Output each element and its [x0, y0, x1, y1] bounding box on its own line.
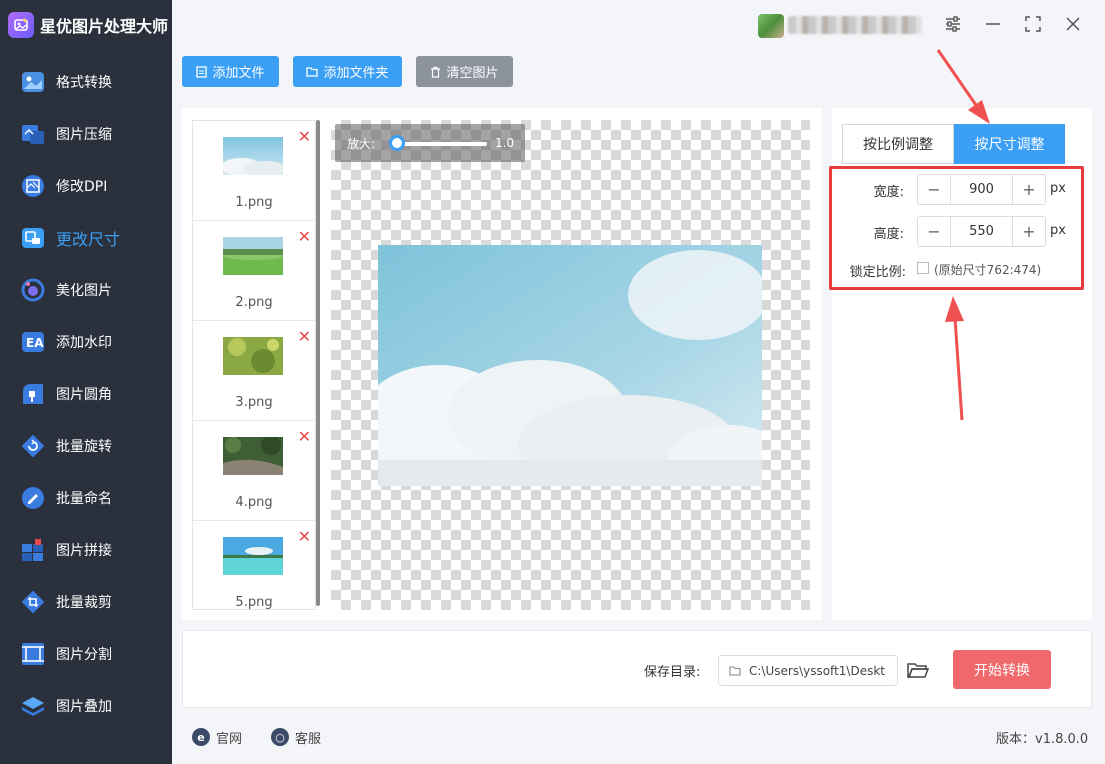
sidebar-item-dpi[interactable]: 修改DPI	[0, 160, 172, 212]
minimize-icon[interactable]	[981, 12, 1005, 36]
preview-image-sky	[378, 245, 762, 486]
round-corner-icon	[20, 381, 46, 407]
tab-resize-by-size[interactable]: 按尺寸调整	[954, 124, 1065, 164]
remove-file-icon[interactable]: ✕	[298, 529, 311, 545]
list-item[interactable]: 5.png ✕	[193, 521, 315, 609]
highlight-annotation-box	[829, 166, 1084, 290]
file-list[interactable]: 1.png ✕ 2.png ✕ 3.png ✕ 4.png ✕ 5.png ✕	[192, 120, 316, 610]
sidebar-item-resize[interactable]: 更改尺寸	[0, 212, 172, 264]
folder-outline-icon	[729, 666, 741, 676]
list-item[interactable]: 1.png ✕	[193, 121, 315, 221]
sidebar-item-compress[interactable]: 图片压缩	[0, 108, 172, 160]
app-title: 星优图片处理大师	[40, 17, 169, 36]
trash-icon	[431, 66, 441, 78]
browse-folder-icon[interactable]	[906, 658, 930, 682]
website-link[interactable]: e 官网	[192, 727, 242, 747]
rotate-icon	[20, 433, 46, 459]
list-item[interactable]: 3.png ✕	[193, 321, 315, 421]
file-icon	[196, 65, 208, 78]
watermark-icon: EA	[20, 329, 46, 355]
chat-bubble-icon: ○	[271, 728, 289, 746]
sidebar-item-crop[interactable]: 批量裁剪	[0, 576, 172, 628]
folder-icon	[306, 67, 319, 77]
close-icon[interactable]	[1061, 12, 1085, 36]
dpi-icon	[20, 173, 46, 199]
list-item[interactable]: 2.png ✕	[193, 221, 315, 321]
crop-icon	[20, 589, 46, 615]
thumbnail-beach	[223, 537, 283, 575]
zoom-control: 放大: 1.0	[335, 124, 525, 162]
zoom-slider-track[interactable]	[399, 142, 487, 146]
maximize-icon[interactable]	[1021, 12, 1045, 36]
start-convert-button[interactable]: 开始转换	[953, 650, 1051, 689]
sidebar-item-overlay[interactable]: 图片叠加	[0, 680, 172, 732]
thumbnail-meadow	[223, 237, 283, 275]
clear-images-button[interactable]: 清空图片	[416, 56, 513, 87]
settings-sliders-icon[interactable]	[941, 12, 965, 36]
title-bar	[172, 0, 1105, 50]
tab-resize-by-ratio[interactable]: 按比例调整	[842, 124, 954, 164]
thumbnail-sky	[223, 137, 283, 175]
zoom-value: 1.0	[495, 136, 515, 150]
save-directory-field[interactable]: C:\Users\yssoft1\Deskt	[718, 655, 898, 686]
rename-icon	[20, 485, 46, 511]
sidebar-item-round-corner[interactable]: 图片圆角	[0, 368, 172, 420]
sidebar-item-split[interactable]: 图片分割	[0, 628, 172, 680]
sidebar-item-beautify[interactable]: 美化图片	[0, 264, 172, 316]
sidebar-item-watermark[interactable]: EA 添加水印	[0, 316, 172, 368]
format-convert-icon	[20, 69, 46, 95]
sidebar-item-format-convert[interactable]: 格式转换	[0, 56, 172, 108]
save-directory-label: 保存目录:	[644, 665, 701, 680]
customer-service-link[interactable]: ○ 客服	[271, 727, 321, 747]
sidebar-item-rotate[interactable]: 批量旋转	[0, 420, 172, 472]
file-list-scrollbar[interactable]	[316, 120, 320, 606]
zoom-label: 放大:	[347, 137, 376, 151]
sidebar-item-rename[interactable]: 批量命名	[0, 472, 172, 524]
avatar[interactable]	[758, 14, 784, 38]
remove-file-icon[interactable]: ✕	[298, 329, 311, 345]
split-icon	[20, 641, 46, 667]
sidebar-item-stitch[interactable]: 图片拼接	[0, 524, 172, 576]
add-folder-button[interactable]: 添加文件夹	[293, 56, 402, 87]
app-logo-icon	[8, 12, 34, 38]
remove-file-icon[interactable]: ✕	[298, 429, 311, 445]
resize-icon	[20, 225, 46, 251]
overlay-icon	[20, 693, 46, 719]
beautify-icon	[20, 277, 46, 303]
thumbnail-plants	[223, 337, 283, 375]
remove-file-icon[interactable]: ✕	[298, 229, 311, 245]
list-item[interactable]: 4.png ✕	[193, 421, 315, 521]
version-label: 版本：v1.8.0.0	[996, 732, 1089, 747]
compress-icon	[20, 121, 46, 147]
add-file-button[interactable]: 添加文件	[182, 56, 279, 87]
zoom-slider-handle[interactable]	[389, 135, 405, 151]
app-logo: 星优图片处理大师	[8, 10, 168, 40]
sidebar: 星优图片处理大师 格式转换 图片压缩 修改DPI 更改尺寸 美化图片 EA 添加…	[0, 0, 172, 764]
website-e-icon: e	[192, 728, 210, 746]
thumbnail-river	[223, 437, 283, 475]
user-name-blurred	[788, 16, 922, 34]
remove-file-icon[interactable]: ✕	[298, 129, 311, 145]
stitch-icon	[20, 537, 46, 563]
svg-text:EA: EA	[26, 336, 44, 350]
